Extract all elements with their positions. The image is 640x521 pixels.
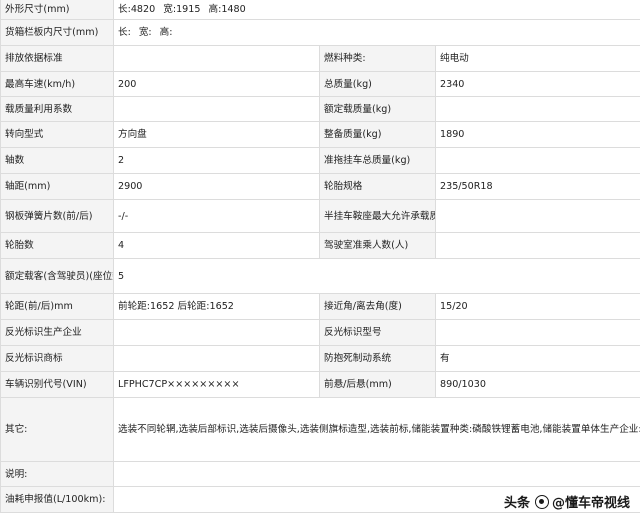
label-steering-type: 转向型式 — [0, 121, 114, 148]
value-reflector-maker — [113, 319, 320, 346]
label-approach-departure-angle: 接近角/离去角(度) — [319, 293, 436, 320]
table-row: 轴数 2 准拖挂车总质量(kg) — [0, 147, 640, 174]
value-exterior-dimensions: 长:4820 宽:1915 高:1480 — [112, 0, 640, 20]
value-tire-count: 4 — [113, 232, 320, 259]
vehicle-spec-table: 外形尺寸(mm) 长:4820 宽:1915 高:1480 货箱栏板内尺寸(mm) … — [0, 0, 640, 513]
label-emission-standard: 排放依据标准 — [0, 45, 114, 72]
label-reflector-maker: 反光标识生产企业 — [0, 319, 114, 346]
value-fuel-type: 纯电动 — [434, 45, 640, 72]
table-row: 排放依据标准 燃料种类: 纯电动 — [0, 45, 640, 72]
watermark-text: @懂车帝视线 — [551, 496, 630, 511]
toutiao-circle-icon — [534, 494, 549, 509]
value-reflector-brand — [113, 345, 320, 372]
value-gross-mass: 2340 — [434, 71, 640, 97]
value-steering-type: 方向盘 — [113, 121, 320, 148]
value-overhang: 890/1030 — [434, 371, 640, 398]
label-cab-seating: 驾驶室准乘人数(人) — [319, 232, 436, 259]
label-fuel-type: 燃料种类: — [319, 45, 436, 72]
table-row: 轴距(mm) 2900 轮胎规格 235/50R18 — [0, 173, 640, 200]
value-max-speed: 200 — [113, 71, 320, 97]
table-row: 车辆识别代号(VIN) LFPHC7CP××××××××× 前悬/后悬(mm) … — [0, 371, 640, 398]
value-track-width: 前轮距:1652 后轮距:1652 — [113, 293, 320, 320]
value-curb-mass: 1890 — [434, 121, 640, 148]
value-cargo-box-dimensions: 长: 宽: 高: — [112, 19, 640, 46]
label-tire-spec: 轮胎规格 — [319, 173, 436, 200]
table-row: 载质量利用系数 额定载质量(kg) — [0, 96, 640, 122]
label-fifth-wheel-load: 半挂车鞍座最大允许承载质量(kg) — [319, 199, 436, 233]
table-row: 货箱栏板内尺寸(mm) 长: 宽: 高: — [0, 19, 640, 46]
label-abs: 防抱死制动系统 — [319, 345, 436, 372]
watermark-brand: 头条 — [503, 496, 530, 511]
label-other: 其它: — [0, 397, 114, 462]
label-wheelbase: 轴距(mm) — [0, 173, 114, 200]
label-max-speed: 最高车速(km/h) — [0, 71, 114, 97]
label-exterior-dimensions: 外形尺寸(mm) — [0, 0, 114, 20]
table-row: 最高车速(km/h) 200 总质量(kg) 2340 — [0, 71, 640, 97]
label-fuel-consumption: 油耗申报值(L/100km): — [0, 486, 114, 513]
table-row: 钢板弹簧片数(前/后) -/- 半挂车鞍座最大允许承载质量(kg) — [0, 199, 640, 233]
value-notes — [112, 461, 640, 487]
value-approach-departure-angle: 15/20 — [434, 293, 640, 320]
label-vin: 车辆识别代号(VIN) — [0, 371, 114, 398]
value-rated-load — [434, 96, 640, 122]
label-load-utilization: 载质量利用系数 — [0, 96, 114, 122]
value-axle-count: 2 — [113, 147, 320, 174]
table-row: 反光标识商标 防抱死制动系统 有 — [0, 345, 640, 372]
table-row: 转向型式 方向盘 整备质量(kg) 1890 — [0, 121, 640, 148]
table-row: 轮距(前/后)mm 前轮距:1652 后轮距:1652 接近角/离去角(度) 1… — [0, 293, 640, 320]
label-gross-mass: 总质量(kg) — [319, 71, 436, 97]
table-row: 其它: 选装不同轮辋,选装后部标识,选装后摄像头,选装侧旗标造型,选装前标,储能… — [0, 397, 640, 462]
label-axle-count: 轴数 — [0, 147, 114, 174]
table-row: 轮胎数 4 驾驶室准乘人数(人) — [0, 232, 640, 259]
label-rated-passengers: 额定载客(含驾驶员)(座位数) — [0, 258, 114, 294]
value-trailer-mass — [434, 147, 640, 174]
label-overhang: 前悬/后悬(mm) — [319, 371, 436, 398]
value-rated-passengers: 5 — [112, 258, 640, 294]
table-row: 外形尺寸(mm) 长:4820 宽:1915 高:1480 — [0, 0, 640, 20]
value-tire-spec: 235/50R18 — [434, 173, 640, 200]
label-tire-count: 轮胎数 — [0, 232, 114, 259]
label-rated-load: 额定载质量(kg) — [319, 96, 436, 122]
table-row: 反光标识生产企业 反光标识型号 — [0, 319, 640, 346]
label-notes: 说明: — [0, 461, 114, 487]
table-row: 额定载客(含驾驶员)(座位数) 5 — [0, 258, 640, 294]
label-reflector-brand: 反光标识商标 — [0, 345, 114, 372]
table-row: 说明: — [0, 461, 640, 487]
value-other: 选装不同轮辋,选装后部标识,选装后摄像头,选装侧旗标造型,选装前标,储能装置种类… — [112, 397, 640, 462]
value-cab-seating — [434, 232, 640, 259]
label-leaf-springs: 钢板弹簧片数(前/后) — [0, 199, 114, 233]
value-leaf-springs: -/- — [113, 199, 320, 233]
value-emission-standard — [113, 45, 320, 72]
label-track-width: 轮距(前/后)mm — [0, 293, 114, 320]
value-reflector-model — [434, 319, 640, 346]
watermark: 头条 @懂车帝视线 — [504, 492, 630, 511]
value-load-utilization — [113, 96, 320, 122]
label-curb-mass: 整备质量(kg) — [319, 121, 436, 148]
label-trailer-mass: 准拖挂车总质量(kg) — [319, 147, 436, 174]
value-wheelbase: 2900 — [113, 173, 320, 200]
value-vin: LFPHC7CP××××××××× — [113, 371, 320, 398]
value-fifth-wheel-load — [434, 199, 640, 233]
label-cargo-box-dimensions: 货箱栏板内尺寸(mm) — [0, 19, 114, 46]
label-reflector-model: 反光标识型号 — [319, 319, 436, 346]
value-abs: 有 — [434, 345, 640, 372]
